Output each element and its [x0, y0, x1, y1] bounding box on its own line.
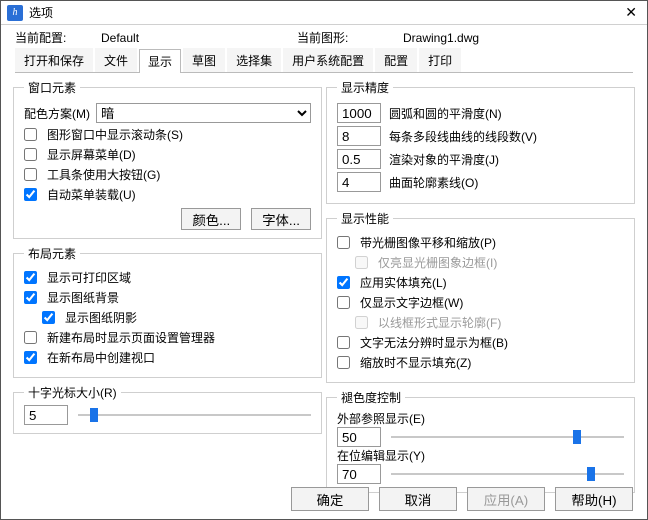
inplace-fade-input[interactable] [337, 464, 381, 484]
tab-config[interactable]: 配置 [375, 48, 417, 72]
config-row: 当前配置: Default 当前图形: Drawing1.dwg [1, 25, 647, 48]
lbl-show-printable: 显示可打印区域 [47, 269, 131, 286]
lbl-create-viewport: 在新布局中创建视口 [47, 349, 155, 366]
xref-fade-slider[interactable] [391, 428, 624, 446]
group-display-perf: 显示性能 带光栅图像平移和缩放(P) 仅亮显光栅图象边框(I) 应用实体填充(L… [326, 210, 635, 383]
current-config-label: 当前配置: [15, 29, 95, 46]
titlebar: h 选项 ✕ [1, 1, 647, 25]
lbl-show-paper-shadow: 显示图纸阴影 [65, 309, 137, 326]
surface-iso-input[interactable] [337, 172, 381, 192]
slider-track [78, 414, 311, 416]
render-smooth-input[interactable] [337, 149, 381, 169]
chk-show-printable[interactable] [24, 271, 37, 284]
lbl-wireframe-silhouette: 以线框形式显示轮廓(F) [378, 314, 501, 331]
button-fonts[interactable]: 字体... [251, 208, 311, 230]
tab-display[interactable]: 显示 [139, 49, 181, 73]
current-drawing-value: Drawing1.dwg [403, 31, 479, 45]
group-crosshair: 十字光标大小(R) [13, 384, 322, 434]
ok-button[interactable]: 确定 [291, 487, 369, 511]
slider-thumb[interactable] [587, 467, 595, 481]
chk-wireframe-silhouette [355, 316, 368, 329]
chk-highlight-raster-frame [355, 256, 368, 269]
xref-fade-label: 外部参照显示(E) [337, 410, 624, 427]
tab-sketch[interactable]: 草图 [183, 48, 225, 72]
chk-show-screen-menu[interactable] [24, 148, 37, 161]
surface-iso-label: 曲面轮廓素线(O) [389, 174, 478, 191]
lbl-auto-menu-load: 自动菜单装载(U) [47, 186, 136, 203]
chk-show-paper-bg[interactable] [24, 291, 37, 304]
poly-seg-label: 每条多段线曲线的线段数(V) [389, 128, 537, 145]
tab-print[interactable]: 打印 [419, 48, 461, 72]
close-icon[interactable]: ✕ [621, 4, 641, 21]
chk-show-scroll[interactable] [24, 128, 37, 141]
chk-raster-pan[interactable] [337, 236, 350, 249]
slider-track [391, 436, 624, 438]
chk-show-page-mgr[interactable] [24, 331, 37, 344]
lbl-show-screen-menu: 显示屏幕菜单(D) [47, 146, 136, 163]
chk-no-fill-on-zoom[interactable] [337, 356, 350, 369]
dialog-body: 窗口元素 配色方案(M) 暗 图形窗口中显示滚动条(S) 显示屏幕菜单(D) 工… [1, 73, 647, 505]
tab-bar: 打开和保存 文件 显示 草图 选择集 用户系统配置 配置 打印 [15, 48, 633, 73]
legend-fade-control: 褪色度控制 [337, 389, 405, 406]
arc-smooth-label: 圆弧和圆的平滑度(N) [389, 105, 502, 122]
tab-user-sys[interactable]: 用户系统配置 [283, 48, 373, 72]
color-scheme-select[interactable]: 暗 [96, 103, 311, 123]
lbl-no-fill-on-zoom: 缩放时不显示填充(Z) [360, 354, 471, 371]
lbl-text-frame-only: 仅显示文字边框(W) [360, 294, 463, 311]
chk-solid-fill[interactable] [337, 276, 350, 289]
legend-display-precision: 显示精度 [337, 79, 393, 96]
dialog-buttons: 确定 取消 应用(A) 帮助(H) [291, 487, 633, 511]
chk-auto-menu-load[interactable] [24, 188, 37, 201]
group-window-elements: 窗口元素 配色方案(M) 暗 图形窗口中显示滚动条(S) 显示屏幕菜单(D) 工… [13, 79, 322, 239]
lbl-highlight-raster-frame: 仅亮显光栅图象边框(I) [378, 254, 497, 271]
options-dialog: h 选项 ✕ 当前配置: Default 当前图形: Drawing1.dwg … [0, 0, 648, 520]
lbl-solid-fill: 应用实体填充(L) [360, 274, 447, 291]
cancel-button[interactable]: 取消 [379, 487, 457, 511]
app-icon: h [7, 5, 23, 21]
button-colors[interactable]: 颜色... [181, 208, 241, 230]
tab-open-save[interactable]: 打开和保存 [15, 48, 93, 72]
lbl-text-as-box: 文字无法分辨时显示为框(B) [360, 334, 508, 351]
inplace-fade-slider[interactable] [391, 465, 624, 483]
tab-selection[interactable]: 选择集 [227, 48, 281, 72]
chk-text-as-box[interactable] [337, 336, 350, 349]
color-scheme-label: 配色方案(M) [24, 105, 90, 122]
xref-fade-input[interactable] [337, 427, 381, 447]
chk-show-paper-shadow[interactable] [42, 311, 55, 324]
left-column: 窗口元素 配色方案(M) 暗 图形窗口中显示滚动条(S) 显示屏幕菜单(D) 工… [13, 79, 322, 499]
chk-create-viewport[interactable] [24, 351, 37, 364]
lbl-show-page-mgr: 新建布局时显示页面设置管理器 [47, 329, 215, 346]
legend-window-elements: 窗口元素 [24, 79, 80, 96]
legend-layout-elements: 布局元素 [24, 245, 80, 262]
apply-button[interactable]: 应用(A) [467, 487, 545, 511]
right-column: 显示精度 圆弧和圆的平滑度(N) 每条多段线曲线的线段数(V) 渲染对象的平滑度… [326, 79, 635, 499]
chk-large-toolbar-btns[interactable] [24, 168, 37, 181]
chk-text-frame-only[interactable] [337, 296, 350, 309]
legend-crosshair: 十字光标大小(R) [24, 384, 121, 401]
slider-thumb[interactable] [573, 430, 581, 444]
group-display-precision: 显示精度 圆弧和圆的平滑度(N) 每条多段线曲线的线段数(V) 渲染对象的平滑度… [326, 79, 635, 204]
crosshair-size-input[interactable] [24, 405, 68, 425]
slider-thumb[interactable] [90, 408, 98, 422]
tab-file[interactable]: 文件 [95, 48, 137, 72]
current-config-value: Default [101, 31, 291, 45]
lbl-raster-pan: 带光栅图像平移和缩放(P) [360, 234, 496, 251]
poly-seg-input[interactable] [337, 126, 381, 146]
arc-smooth-input[interactable] [337, 103, 381, 123]
group-fade-control: 褪色度控制 外部参照显示(E) 在位编辑显示(Y) [326, 389, 635, 493]
group-layout-elements: 布局元素 显示可打印区域 显示图纸背景 显示图纸阴影 新建布局时显示页面设置管理… [13, 245, 322, 378]
current-drawing-label: 当前图形: [297, 29, 397, 46]
lbl-show-paper-bg: 显示图纸背景 [47, 289, 119, 306]
legend-display-perf: 显示性能 [337, 210, 393, 227]
lbl-large-toolbar-btns: 工具条使用大按钮(G) [47, 166, 160, 183]
lbl-show-scroll: 图形窗口中显示滚动条(S) [47, 126, 183, 143]
inplace-fade-label: 在位编辑显示(Y) [337, 447, 624, 464]
help-button[interactable]: 帮助(H) [555, 487, 633, 511]
window-title: 选项 [29, 4, 621, 21]
crosshair-slider[interactable] [78, 406, 311, 424]
render-smooth-label: 渲染对象的平滑度(J) [389, 151, 499, 168]
